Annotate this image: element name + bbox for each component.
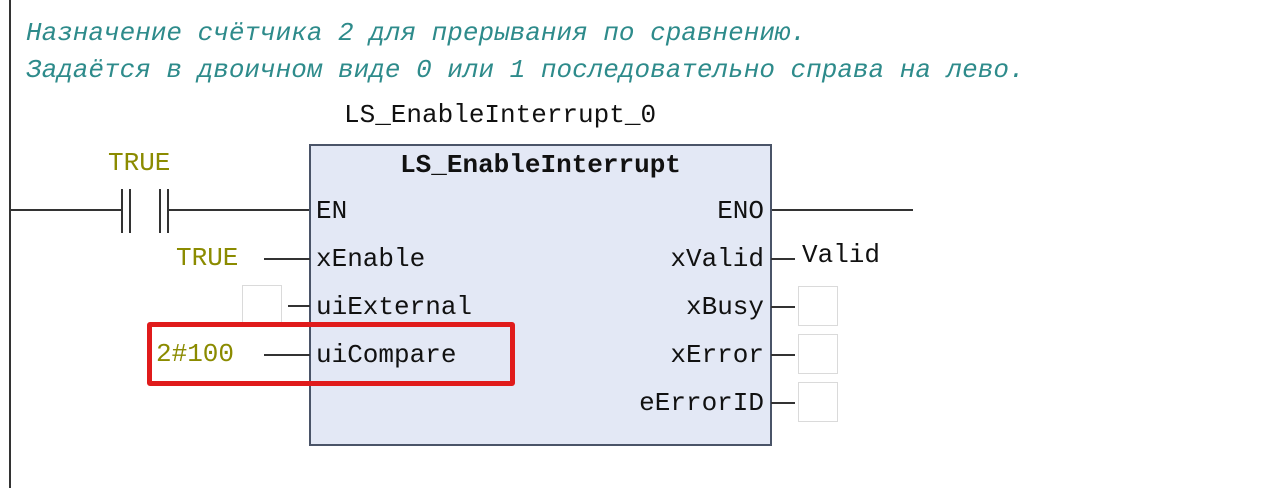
xbusy-output-box[interactable] <box>798 286 838 326</box>
output-pin-xbusy: xBusy <box>685 292 764 322</box>
rung-wire-left <box>10 209 123 211</box>
input-pin-en: EN <box>316 196 348 226</box>
eerrorid-output-box[interactable] <box>798 382 838 422</box>
rung-wire-en <box>169 209 310 211</box>
xbusy-wire <box>771 306 795 308</box>
xenable-input-value[interactable]: TRUE <box>176 243 238 273</box>
uiexternal-input-box[interactable] <box>242 285 282 325</box>
rung-wire-eno <box>771 209 913 211</box>
input-pin-xenable: xEnable <box>316 244 426 274</box>
xenable-wire <box>264 258 310 260</box>
normally-open-contact[interactable] <box>121 189 181 233</box>
output-pin-eerrorid: eErrorID <box>639 388 764 418</box>
contact-variable-label[interactable]: TRUE <box>108 148 170 178</box>
eerrorid-wire <box>771 402 795 404</box>
xerror-wire <box>771 354 795 356</box>
block-instance-name[interactable]: LS_EnableInterrupt_0 <box>344 100 656 130</box>
input-pin-uiexternal: uiExternal <box>316 292 473 322</box>
xerror-output-box[interactable] <box>798 334 838 374</box>
function-block-box[interactable]: LS_EnableInterrupt EN xEnable uiExternal… <box>309 144 772 446</box>
function-block-type: LS_EnableInterrupt <box>400 150 681 180</box>
uiexternal-wire <box>288 305 310 307</box>
left-power-rail <box>9 0 11 488</box>
uicompare-highlight-frame <box>147 322 515 386</box>
output-pin-xvalid: xValid <box>670 244 764 274</box>
comment-line-1: Назначение счётчика 2 для прерывания по … <box>26 18 807 48</box>
output-pin-eno: ENO <box>717 196 764 226</box>
xvalid-wire <box>771 258 795 260</box>
output-pin-xerror: xError <box>670 340 764 370</box>
xvalid-output-value[interactable]: Valid <box>802 240 880 270</box>
comment-line-2: Задаётся в двоичном виде 0 или 1 последо… <box>26 55 1025 85</box>
